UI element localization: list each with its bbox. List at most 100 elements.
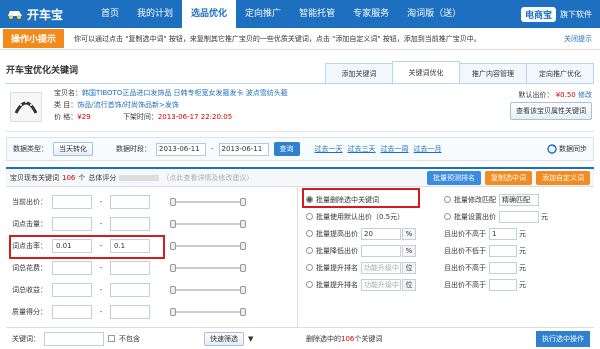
raise-max-input[interactable]: 1 [489, 227, 517, 240]
predict-rank-button[interactable]: 批量预测排名 [427, 170, 481, 185]
copy-selected-button[interactable]: 复制选中词 [485, 170, 532, 185]
op-row-lower-bid: 批量降低出价 % 且出价不低于 元 [306, 242, 594, 259]
tip-bar: 操作小提示 你可以通过点击 "复制选中词" 按钮，来复制其它推广宝贝的一些优质关… [0, 28, 600, 50]
ctr-slider[interactable] [170, 242, 246, 250]
default-bid-radio[interactable] [306, 213, 313, 220]
ship-time: 2013-06-17 22:20:05 [157, 113, 233, 121]
keyword-search-input[interactable] [44, 331, 104, 346]
filter-row-quality: 质量得分： - [12, 301, 297, 323]
keyword-count: 106 [62, 173, 76, 182]
nav-product-optimize[interactable]: 选品优化 [182, 0, 237, 28]
lower-percent-input[interactable] [361, 244, 401, 257]
revenue-max-input[interactable] [110, 283, 150, 297]
filter-row-bid: 当前出价： - [12, 191, 297, 213]
title-row: 开车宝优化关键词 添加关键词 关键词优化 推广内容管理 定向推广优化 [6, 56, 594, 84]
revenue-slider[interactable] [170, 286, 246, 294]
cost-max-input[interactable] [110, 261, 150, 275]
brand: 电商宝 旗下软件 [520, 6, 600, 22]
tab-add-keyword[interactable]: 添加关键词 [325, 63, 393, 83]
op-row-raise-rank-2: 批量提升排名 功能升级中位 且出价不高于 元 [306, 276, 594, 293]
raise-rank-radio-1[interactable] [306, 264, 313, 271]
product-price: ¥29 [77, 113, 91, 121]
tab-keyword-optimize[interactable]: 关键词优化 [392, 61, 460, 83]
footer: 关键词： 不包含 快速筛选 ▼ 删除选中的 106 个关键词 执行选中操作 [6, 327, 594, 349]
car-logo-icon [8, 11, 22, 19]
quick-past-day[interactable]: 过去一天 [315, 144, 343, 154]
top-nav: 开车宝 首页 我的计划 选品优化 定向推广 智能托管 专家服务 淘词版（送） 电… [0, 0, 600, 28]
filter-row-cost: 词总花费： - [12, 257, 297, 279]
nav-taoci[interactable]: 淘词版（送） [398, 0, 470, 28]
delete-highlight-box [302, 188, 420, 208]
set-bid-radio[interactable] [444, 213, 451, 220]
raise-rank-input-2[interactable]: 功能升级中 [361, 278, 401, 291]
op-row-raise-rank-1: 批量提升排名 功能升级中位 且出价不高于 元 [306, 259, 594, 276]
quality-slider[interactable] [170, 308, 246, 316]
lower-bid-radio[interactable] [306, 247, 313, 254]
type-label: 数据类型： [13, 145, 48, 153]
product-name[interactable]: 韩国TIBOTO正品进口发饰品 日韩专柜宽女发箍发卡 波点雪纺头箍 [82, 89, 288, 97]
nav-smart-hosting[interactable]: 智能托管 [290, 0, 344, 28]
date-to-input[interactable]: 2013-06-11 [218, 142, 269, 156]
clicks-max-input[interactable] [110, 217, 150, 231]
cost-min-input[interactable] [52, 261, 92, 275]
edit-bid-link[interactable]: 修改 [578, 91, 592, 99]
quality-max-input[interactable] [110, 305, 150, 319]
tab-content-manage[interactable]: 推广内容管理 [459, 63, 527, 83]
op-row-default-bid: 批量使用默认出价（0.5元） 批量设置出价 元 [306, 208, 594, 225]
raise-rank-input-1[interactable]: 功能升级中 [361, 261, 401, 274]
data-type-select[interactable]: 当天转化 [53, 142, 93, 156]
sync-icon [547, 144, 557, 154]
tip-label: 操作小提示 [3, 29, 65, 48]
nav-expert-service[interactable]: 专家服务 [344, 0, 398, 28]
query-button[interactable]: 查询 [273, 142, 300, 156]
tab-targeted-optimize[interactable]: 定向推广优化 [526, 63, 594, 83]
quality-min-input[interactable] [52, 305, 92, 319]
footer-left: 关键词： 不包含 快速筛选 ▼ [6, 331, 298, 346]
raise-rank-max-1[interactable] [489, 261, 517, 274]
name-label: 宝贝名： [54, 89, 82, 97]
add-custom-keyword-button[interactable]: 添加自定义词 [536, 170, 590, 185]
date-from-input[interactable]: 2013-06-11 [156, 142, 206, 156]
nav-my-plan[interactable]: 我的计划 [128, 0, 182, 28]
nav-targeted-promo[interactable]: 定向推广 [236, 0, 290, 28]
quick-filter-button[interactable]: 快速筛选 [204, 331, 244, 346]
bid-min-input[interactable] [52, 195, 92, 209]
lower-min-input[interactable] [489, 244, 517, 257]
nav-home[interactable]: 首页 [92, 0, 128, 28]
close-tip-link[interactable]: 关闭提示 [564, 34, 592, 44]
filter-row-clicks: 词点击量： - [12, 213, 297, 235]
product-category[interactable]: 饰品/流行首饰/时尚饰品新>发饰 [77, 101, 179, 109]
headband-icon [14, 101, 38, 114]
match-radio[interactable] [444, 196, 451, 203]
execute-button[interactable]: 执行选中操作 [536, 330, 590, 347]
match-type-select[interactable]: 精确匹配 [499, 193, 539, 206]
product-details: 宝贝名：韩国TIBOTO正品进口发饰品 日韩专柜宽女发箍发卡 波点雪纺头箍 类 … [54, 87, 288, 131]
quick-past-month[interactable]: 过去一月 [414, 144, 442, 154]
data-sync[interactable]: 数据同步 [547, 144, 587, 154]
score-label: 总体评分 [88, 173, 117, 182]
raise-bid-radio[interactable] [306, 230, 313, 237]
score-hint-link[interactable]: （点此查看详情及修改建议） [162, 173, 253, 183]
cost-slider[interactable] [170, 264, 246, 272]
op-row-raise-bid: 批量提高出价 20% 且出价不高于 1元 [306, 225, 594, 242]
view-attr-keywords-button[interactable]: 查看该宝贝属性关键词 [510, 102, 592, 120]
caret-down-icon[interactable]: ▼ [248, 335, 253, 343]
bid-max-input[interactable] [110, 195, 150, 209]
bid-slider[interactable] [170, 198, 246, 206]
ship-label: 下架时间： [122, 113, 158, 121]
set-bid-input[interactable] [499, 210, 539, 223]
logo[interactable]: 开车宝 [0, 6, 92, 23]
quick-past-3days[interactable]: 过去三天 [348, 144, 376, 154]
raise-rank-radio-2[interactable] [306, 281, 313, 288]
raise-percent-input[interactable]: 20 [361, 227, 401, 240]
clicks-slider[interactable] [170, 220, 246, 228]
exclude-checkbox[interactable] [108, 335, 115, 342]
clicks-min-input[interactable] [52, 217, 92, 231]
keyword-bar: 宝贝现有关键词 106 个 总体评分 （点此查看详情及修改建议） 批量预测排名 … [6, 167, 594, 187]
main-panel: 当前出价： - 词点击量： - 词点击率： 0.01- 0.1 词总花费： - … [6, 187, 594, 327]
data-filter: 数据类型： 当天转化 数据时段： 2013-06-11 - 2013-06-11… [6, 137, 594, 161]
raise-rank-max-2[interactable] [489, 278, 517, 291]
revenue-min-input[interactable] [52, 283, 92, 297]
quick-past-week[interactable]: 过去一周 [381, 144, 409, 154]
product-thumbnail[interactable] [10, 92, 42, 122]
